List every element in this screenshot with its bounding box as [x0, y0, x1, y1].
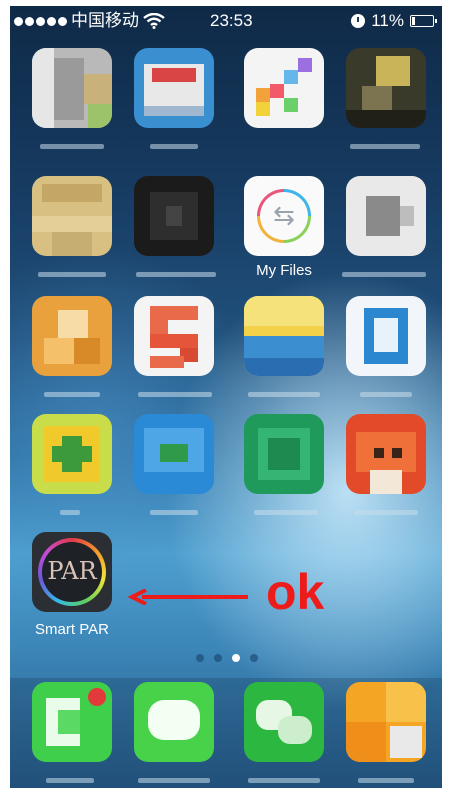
app-icon-pixelated[interactable] — [134, 176, 214, 256]
status-bar: 中国移动 23:53 11% — [10, 6, 442, 36]
app-label-pixelated — [350, 144, 420, 149]
app-icon-pixelated[interactable] — [346, 296, 426, 376]
smart-par-label: Smart PAR — [35, 621, 109, 638]
battery-percent: 11% — [371, 11, 404, 30]
app-icon-pixelated[interactable] — [134, 296, 214, 376]
app-label-pixelated — [40, 144, 104, 149]
page-indicator[interactable] — [196, 654, 258, 662]
par-logo-text: PAR — [47, 557, 97, 585]
transfer-arrows-icon: ⇆ — [273, 200, 295, 230]
app-icon-pixelated[interactable] — [346, 682, 426, 762]
app-icon-pixelated[interactable] — [32, 48, 112, 128]
status-time: 23:53 — [210, 11, 253, 30]
app-icon-pixelated[interactable] — [346, 414, 426, 494]
app-label-pixelated — [46, 778, 94, 783]
battery-icon — [410, 15, 437, 27]
alarm-clock-icon — [351, 14, 366, 28]
home-screen: 中国移动 23:53 11% ⇆ My Files PAR Smart PAR … — [10, 6, 442, 788]
app-icon-pixelated[interactable] — [244, 48, 324, 128]
app-icon-pixelated[interactable] — [244, 296, 324, 376]
app-label-pixelated — [150, 510, 198, 515]
app-label-pixelated — [150, 144, 198, 149]
app-label-pixelated — [254, 510, 318, 515]
smart-par-app-icon[interactable]: PAR — [32, 532, 112, 612]
app-label-pixelated — [44, 392, 100, 397]
app-icon-pixelated[interactable] — [346, 176, 426, 256]
app-label-pixelated — [358, 778, 414, 783]
chat-app-icon[interactable] — [244, 682, 324, 762]
page-dot[interactable] — [214, 654, 222, 662]
my-files-app-icon[interactable]: ⇆ — [244, 176, 324, 256]
messages-app-icon[interactable] — [134, 682, 214, 762]
app-label-pixelated — [360, 392, 412, 397]
app-icon-pixelated[interactable] — [346, 48, 426, 128]
status-right: 11% — [351, 6, 437, 36]
app-icon-pixelated[interactable] — [134, 414, 214, 494]
status-left: 中国移动 — [14, 6, 165, 36]
my-files-label: My Files — [256, 262, 312, 279]
app-icon-pixelated[interactable] — [244, 414, 324, 494]
app-label-pixelated — [60, 510, 80, 515]
phone-app-icon[interactable] — [32, 682, 112, 762]
carrier-name: 中国移动 — [71, 11, 139, 30]
signal-dots-icon — [14, 16, 67, 26]
app-label-pixelated — [342, 272, 426, 277]
app-label-pixelated — [354, 510, 418, 515]
page-dot[interactable] — [196, 654, 204, 662]
page-dot[interactable] — [250, 654, 258, 662]
app-icon-pixelated[interactable] — [32, 296, 112, 376]
app-icon-pixelated[interactable] — [134, 48, 214, 128]
wifi-icon — [143, 13, 165, 29]
app-label-pixelated — [38, 272, 106, 277]
app-icon-pixelated[interactable] — [32, 414, 112, 494]
page-dot-active[interactable] — [232, 654, 240, 662]
red-arrow-icon — [128, 589, 248, 605]
app-label-pixelated — [138, 392, 212, 397]
ok-annotation: ok — [266, 564, 325, 620]
app-label-pixelated — [248, 778, 320, 783]
app-icon-pixelated[interactable] — [32, 176, 112, 256]
app-label-pixelated — [248, 392, 320, 397]
app-label-pixelated — [136, 272, 216, 277]
app-label-pixelated — [138, 778, 210, 783]
